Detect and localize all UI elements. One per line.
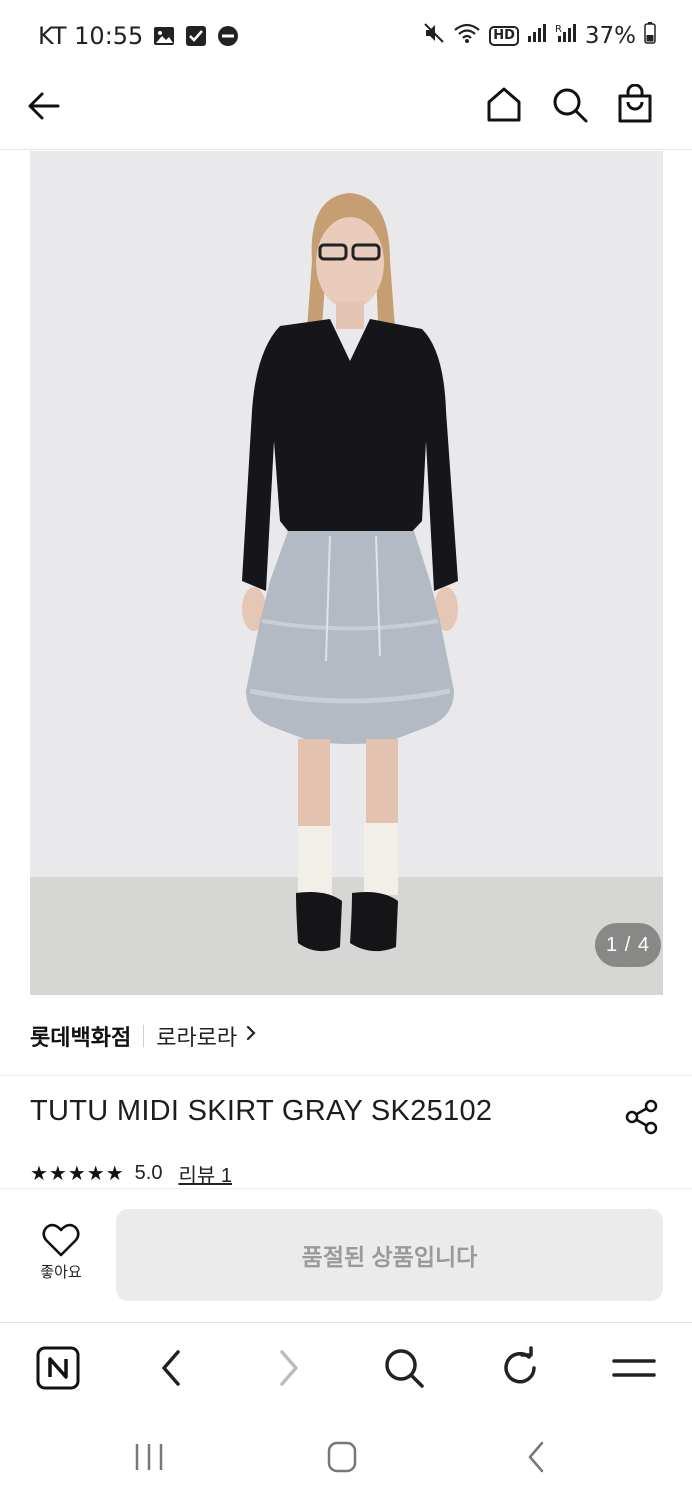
rating-stars: ★★★★★ xyxy=(30,1162,125,1185)
recent-apps-icon[interactable] xyxy=(132,1440,166,1474)
browser-forward-icon[interactable] xyxy=(266,1346,310,1390)
do-not-disturb-icon xyxy=(217,25,239,47)
app-header xyxy=(0,72,692,150)
status-right: HD R 37% xyxy=(423,22,656,50)
signal-icon xyxy=(527,22,547,50)
check-box-icon xyxy=(185,25,207,47)
status-bar: KT 10:55 HD R 37% xyxy=(0,0,692,72)
sold-out-button[interactable]: 품절된 상품입니다 xyxy=(116,1209,663,1301)
system-navigation-bar xyxy=(0,1414,692,1500)
home-icon[interactable] xyxy=(486,86,522,124)
purchase-action-bar: 좋아요 품절된 상품입니다 xyxy=(0,1189,692,1323)
browser-back-icon[interactable] xyxy=(150,1346,194,1390)
browser-search-icon[interactable] xyxy=(382,1346,426,1390)
back-arrow-icon[interactable] xyxy=(26,88,62,124)
gallery-icon xyxy=(153,25,175,47)
product-title-row: TUTU MIDI SKIRT GRAY SK25102 xyxy=(30,1095,662,1145)
battery-icon xyxy=(644,22,656,50)
menu-icon[interactable] xyxy=(612,1346,656,1390)
carrier-time: KT 10:55 xyxy=(38,22,144,50)
svg-text:R: R xyxy=(555,24,562,35)
brand-row[interactable]: 롯데백화점 로라로라 xyxy=(0,996,692,1076)
home-button-icon[interactable] xyxy=(325,1440,359,1474)
chevron-right-icon xyxy=(245,1024,257,1048)
shopping-bag-icon[interactable] xyxy=(616,83,654,124)
wifi-icon xyxy=(453,22,481,50)
rating-score: 5.0 xyxy=(134,1161,163,1184)
store-name: 롯데백화점 xyxy=(30,1024,132,1050)
review-link[interactable]: 리뷰 1 xyxy=(178,1159,231,1188)
like-button[interactable]: 좋아요 xyxy=(30,1223,92,1282)
mute-icon xyxy=(423,22,445,50)
rating-row: ★★★★★ 5.0 리뷰 1 xyxy=(30,1158,232,1188)
hd-badge: HD xyxy=(489,26,519,46)
system-back-icon[interactable] xyxy=(520,1440,554,1474)
brand-divider xyxy=(143,1024,145,1047)
like-label: 좋아요 xyxy=(40,1264,82,1281)
status-left: KT 10:55 xyxy=(38,22,239,50)
brand-name[interactable]: 로라로라 xyxy=(156,1020,237,1052)
refresh-icon[interactable] xyxy=(498,1346,542,1390)
heart-icon xyxy=(30,1223,92,1257)
naver-n-icon[interactable] xyxy=(36,1346,80,1390)
product-title: TUTU MIDI SKIRT GRAY SK25102 xyxy=(30,1095,493,1127)
search-icon[interactable] xyxy=(552,86,588,124)
product-image[interactable]: 1 / 4 xyxy=(30,151,663,995)
browser-toolbar xyxy=(0,1324,692,1414)
roaming-signal-icon: R xyxy=(555,22,577,50)
image-counter: 1 / 4 xyxy=(595,923,661,967)
share-icon[interactable] xyxy=(624,1099,660,1135)
battery-level: 37% xyxy=(584,23,636,49)
